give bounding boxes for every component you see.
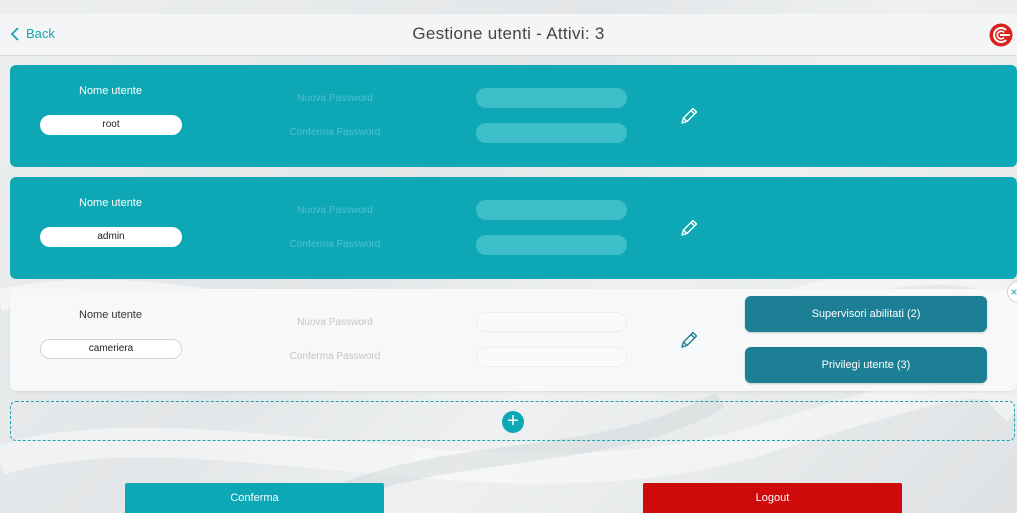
user-card-admin: Nome utente admin Nuova Password Conferm…	[10, 177, 1017, 279]
supervisors-button[interactable]: Supervisori abilitati (2)	[745, 296, 987, 332]
new-password-field[interactable]	[476, 200, 627, 220]
new-password-label: Nuova Password	[297, 205, 373, 216]
new-password-label: Nuova Password	[297, 93, 373, 104]
new-password-field[interactable]	[476, 312, 627, 332]
username-label: Nome utente	[79, 309, 142, 321]
username-label: Nome utente	[79, 197, 142, 209]
confirm-password-label: Conferma Password	[289, 239, 381, 250]
confirm-password-field[interactable]	[476, 347, 627, 367]
brand-logo-icon	[989, 23, 1013, 47]
username-field[interactable]: admin	[40, 227, 182, 247]
privileges-button[interactable]: Privilegi utente (3)	[745, 347, 987, 383]
username-label: Nome utente	[79, 85, 142, 97]
confirm-password-field[interactable]	[476, 235, 627, 255]
username-field[interactable]: root	[40, 115, 182, 135]
add-user-area[interactable]: +	[10, 401, 1015, 441]
add-user-button[interactable]: +	[502, 411, 524, 433]
user-card-root: Nome utente root Nuova Password Conferma…	[10, 65, 1017, 167]
new-password-field[interactable]	[476, 88, 627, 108]
confirm-password-field[interactable]	[476, 123, 627, 143]
top-bar: Back Gestione utenti - Attivi: 3	[0, 14, 1017, 56]
confirm-button[interactable]: Conferma	[125, 483, 384, 513]
edit-pencil-icon[interactable]	[678, 329, 700, 351]
new-password-label: Nuova Password	[297, 317, 373, 328]
edit-pencil-icon[interactable]	[678, 217, 700, 239]
edit-pencil-icon[interactable]	[678, 105, 700, 127]
user-card-cameriera: Nome utente cameriera Nuova Password Con…	[10, 289, 1017, 391]
username-field[interactable]: cameriera	[40, 339, 182, 359]
page-title: Gestione utenti - Attivi: 3	[412, 24, 605, 43]
confirm-password-label: Conferma Password	[289, 127, 381, 138]
logout-button[interactable]: Logout	[643, 483, 902, 513]
confirm-password-label: Conferma Password	[289, 351, 381, 362]
